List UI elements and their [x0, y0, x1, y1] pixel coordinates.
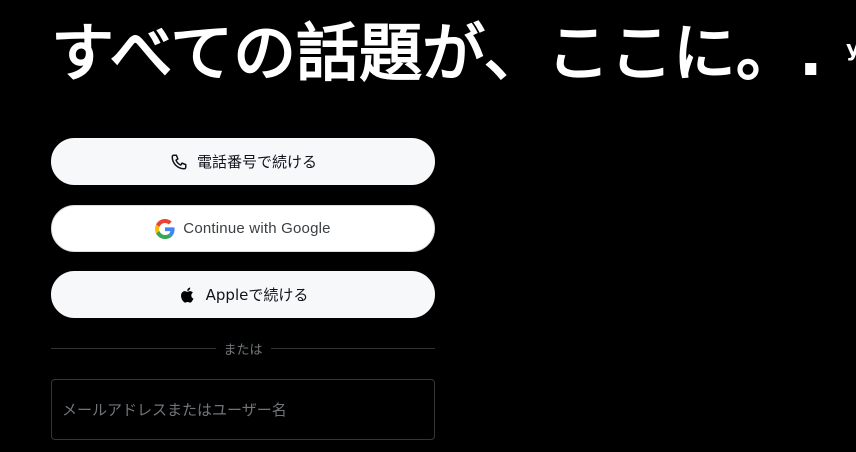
headline: すべての話題が、ここに。. — [51, 17, 823, 90]
continue-with-apple-button[interactable]: Appleで続ける — [51, 271, 435, 318]
divider-line-right — [270, 347, 436, 349]
email-or-username-input[interactable] — [52, 380, 434, 439]
continue-with-google-button[interactable]: Continue with Google — [51, 205, 435, 252]
or-divider: または — [51, 338, 436, 358]
login-input-container — [51, 379, 435, 440]
google-button-label: Continue with Google — [183, 220, 331, 237]
apple-button-label: Appleで続ける — [205, 286, 309, 304]
apple-icon — [178, 285, 198, 305]
continue-with-phone-button[interactable]: 電話番号で続ける — [51, 138, 435, 185]
google-icon — [155, 218, 175, 239]
divider-line-left — [51, 347, 216, 349]
phone-button-label: 電話番号で続ける — [196, 153, 317, 171]
divider-text: または — [223, 342, 263, 358]
edge-glyph: y — [846, 37, 856, 62]
phone-icon — [169, 152, 189, 172]
